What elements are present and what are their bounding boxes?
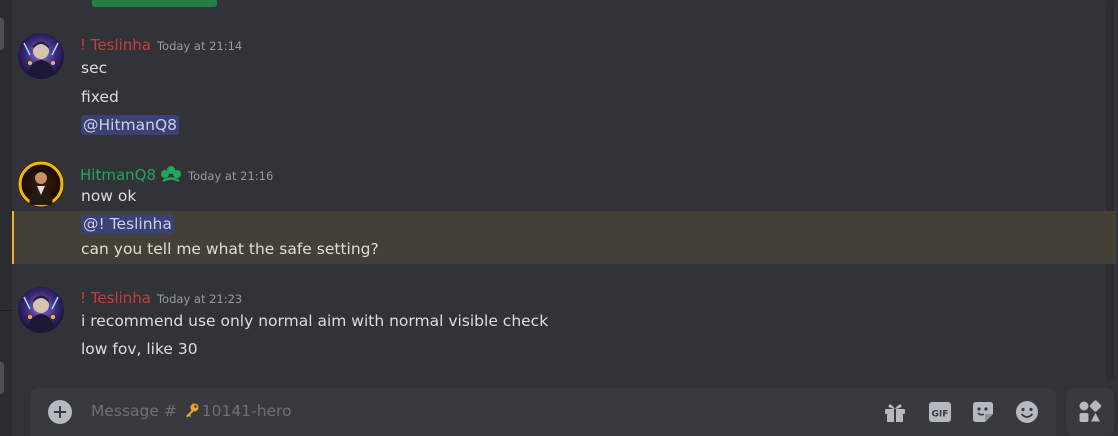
timestamp: Today at 21:16: [188, 169, 274, 183]
message-composer: Message # 10141-hero GIF: [30, 388, 1056, 436]
emoji-icon[interactable]: [1014, 399, 1040, 425]
avatar-teslinha[interactable]: [18, 33, 64, 79]
timestamp: Today at 21:14: [156, 39, 243, 53]
message-text: now ok: [81, 187, 137, 205]
sidebar-edge: [0, 0, 12, 436]
chat-view: ! Teslinha Today at 21:14 sec fixed @Hitm…: [0, 0, 1118, 436]
avatar-teslinha[interactable]: [18, 287, 64, 333]
message-text: fixed: [81, 88, 119, 106]
username[interactable]: ! Teslinha: [80, 289, 151, 307]
clan-badge-icon[interactable]: [160, 164, 182, 188]
placeholder-prefix: Message #: [91, 402, 177, 420]
sticker-icon[interactable]: [970, 399, 996, 425]
add-attachment-icon[interactable]: [48, 400, 72, 424]
message-header: HitmanQ8 Today at 21:16: [80, 164, 273, 188]
key-icon: [184, 402, 200, 422]
message-header: ! Teslinha Today at 21:14: [80, 36, 242, 54]
gif-label: GIF: [932, 410, 949, 420]
gift-icon[interactable]: [882, 399, 908, 425]
gif-button[interactable]: GIF: [927, 399, 953, 425]
message-line: @HitmanQ8: [81, 115, 180, 135]
message-text: sec: [81, 59, 108, 77]
sidebar-scroll-nub: [0, 362, 4, 394]
previous-message-button[interactable]: [92, 0, 217, 7]
timestamp: Today at 21:23: [156, 292, 243, 306]
sidebar-scroll-nub: [0, 18, 4, 50]
scrollbar-track[interactable]: [1106, 0, 1114, 380]
apps-launcher-button[interactable]: [1066, 388, 1114, 436]
user-mention[interactable]: @! Teslinha: [81, 214, 174, 234]
username[interactable]: HitmanQ8: [80, 166, 156, 184]
user-mention[interactable]: @HitmanQ8: [81, 115, 180, 135]
sidebar-divider: [0, 310, 12, 311]
message-text: can you tell me what the safe setting?: [81, 240, 379, 258]
message-text: low fov, like 30: [81, 340, 198, 358]
message-input[interactable]: Message # 10141-hero: [91, 402, 292, 422]
message-header: ! Teslinha Today at 21:23: [80, 289, 242, 307]
avatar-hitmanq8[interactable]: [18, 161, 64, 207]
username[interactable]: ! Teslinha: [80, 36, 151, 54]
message-line: @! Teslinha: [81, 214, 174, 234]
message-text: i recommend use only normal aim with nor…: [81, 312, 549, 330]
placeholder-channel: 10141-hero: [201, 402, 292, 420]
